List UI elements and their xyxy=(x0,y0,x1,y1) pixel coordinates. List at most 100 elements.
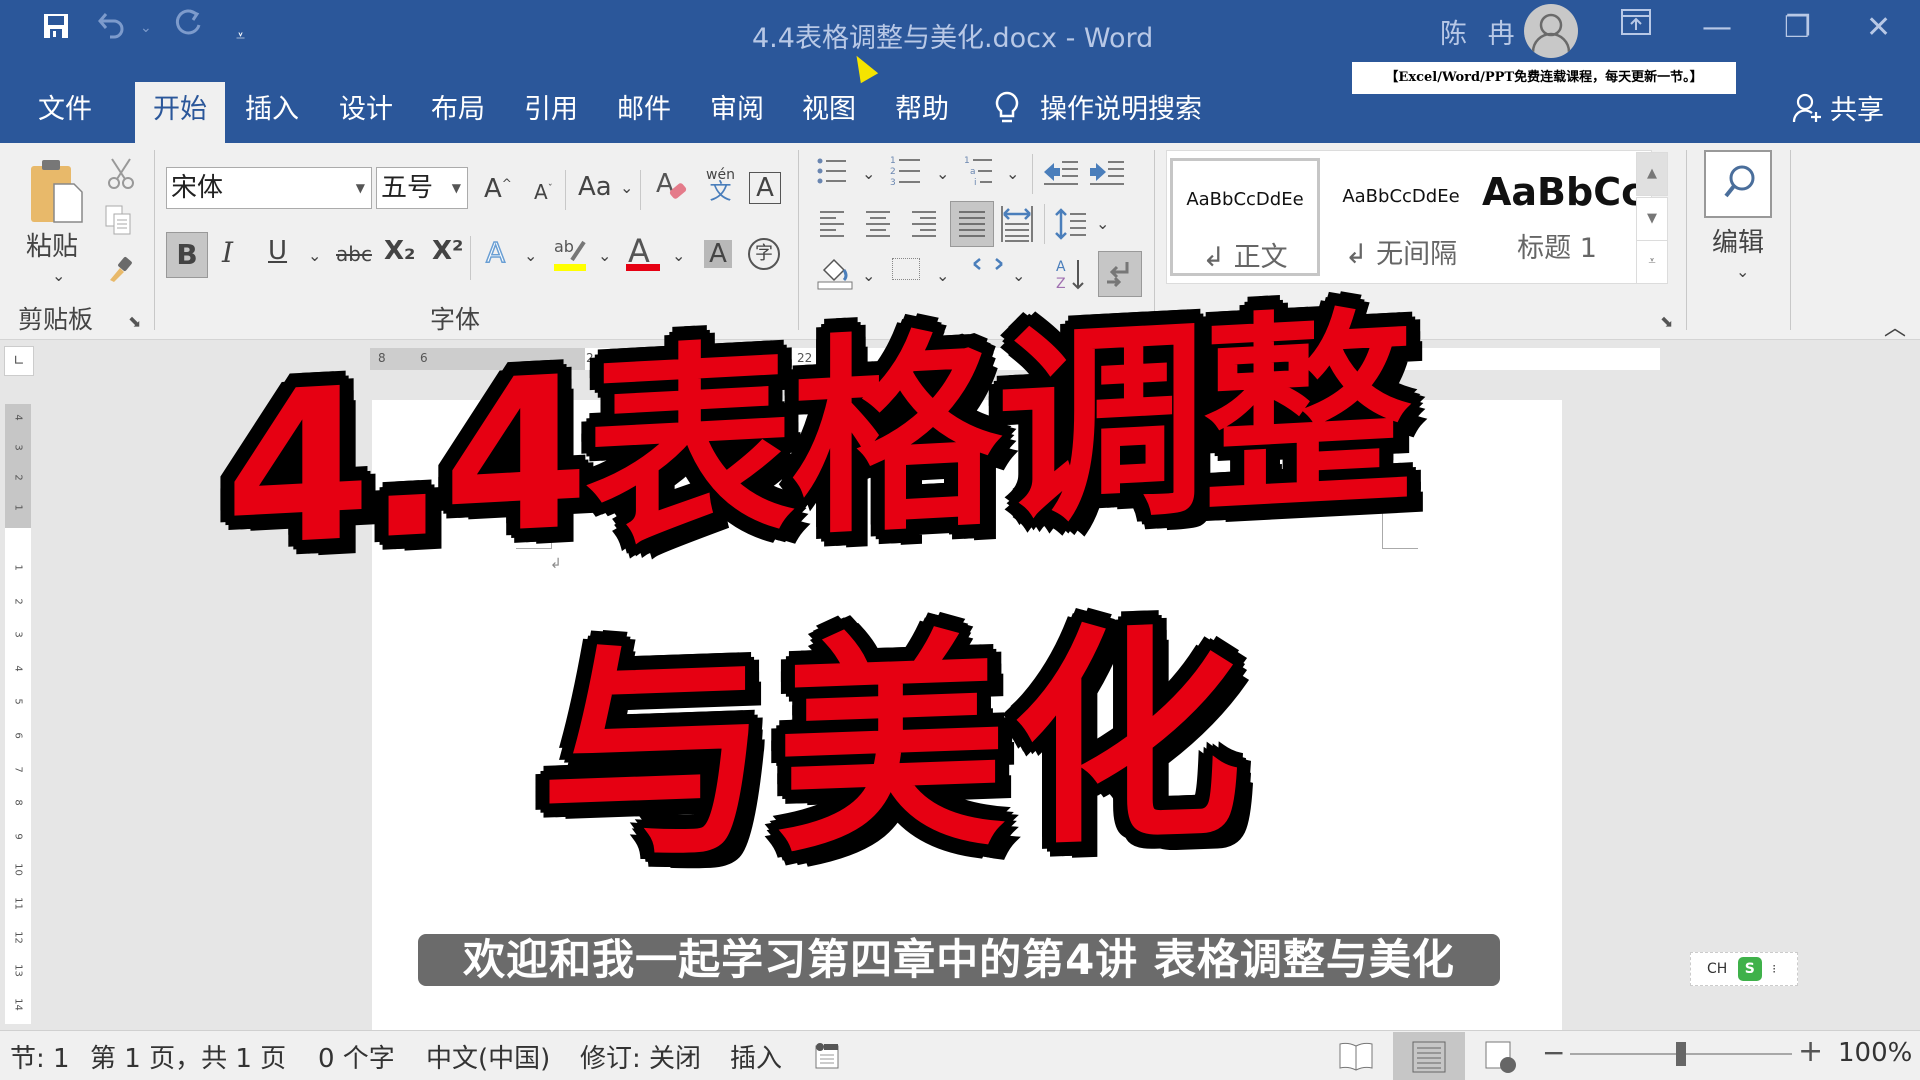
editing-label[interactable]: 编辑 xyxy=(1712,222,1764,259)
multilevel-list-icon[interactable]: 1ai xyxy=(964,154,998,192)
read-mode-icon[interactable] xyxy=(1338,1040,1374,1076)
macro-recording-icon[interactable] xyxy=(814,1042,840,1074)
user-name[interactable]: 陈 冉 xyxy=(1440,12,1521,51)
minimize-icon[interactable]: — xyxy=(1702,10,1732,45)
superscript-button[interactable]: X² xyxy=(432,236,463,266)
undo-dropdown-icon[interactable]: ⌄ xyxy=(140,20,152,36)
collapse-ribbon-icon[interactable]: ︿ xyxy=(1884,310,1906,342)
tab-help[interactable]: 帮助 xyxy=(886,82,958,143)
font-name-dropdown-icon[interactable]: ▼ xyxy=(356,168,365,208)
zoom-in-button[interactable]: + xyxy=(1798,1034,1823,1069)
tab-mailings[interactable]: 邮件 xyxy=(608,82,680,143)
italic-button[interactable]: I xyxy=(222,236,233,269)
change-case-button[interactable]: Aa xyxy=(578,172,612,202)
line-spacing-dropdown-icon[interactable]: ⌄ xyxy=(1096,214,1109,233)
status-section[interactable]: 节: 1 xyxy=(10,1038,70,1075)
avatar[interactable] xyxy=(1524,4,1578,58)
bullets-dropdown-icon[interactable]: ⌄ xyxy=(862,164,875,183)
ime-indicator[interactable]: CH S ⁝ xyxy=(1690,952,1798,986)
styles-more-icon[interactable]: ⩡ xyxy=(1636,240,1668,284)
increase-indent-icon[interactable] xyxy=(1088,158,1126,190)
character-border-button[interactable]: A xyxy=(749,172,781,204)
print-layout-button[interactable] xyxy=(1393,1032,1465,1080)
align-right-icon[interactable] xyxy=(910,208,938,242)
decrease-indent-icon[interactable] xyxy=(1042,158,1080,190)
status-word-count[interactable]: 0 个字 xyxy=(318,1038,395,1075)
copy-icon[interactable] xyxy=(104,204,134,242)
group-separator xyxy=(154,150,155,330)
customize-qat-icon[interactable]: ⩡ xyxy=(236,26,245,46)
font-color-button[interactable]: A xyxy=(624,232,664,278)
close-icon[interactable]: ✕ xyxy=(1866,10,1891,45)
tab-selector-icon[interactable]: ∟ xyxy=(4,346,34,376)
zoom-slider-thumb[interactable] xyxy=(1676,1042,1686,1066)
align-center-icon[interactable] xyxy=(864,208,892,242)
undo-icon[interactable] xyxy=(96,8,130,50)
tab-layout[interactable]: 布局 xyxy=(422,82,494,143)
format-painter-icon[interactable] xyxy=(106,256,134,288)
numbering-dropdown-icon[interactable]: ⌄ xyxy=(936,164,949,183)
tab-design[interactable]: 设计 xyxy=(330,82,402,143)
web-layout-icon[interactable] xyxy=(1484,1040,1520,1078)
distributed-icon[interactable] xyxy=(1000,204,1034,248)
svg-text:ab: ab xyxy=(554,237,574,256)
character-shading-button[interactable]: A xyxy=(704,240,732,268)
align-left-icon[interactable] xyxy=(818,208,846,242)
highlight-dropdown-icon[interactable]: ⌄ xyxy=(598,246,611,265)
tab-references[interactable]: 引用 xyxy=(515,82,587,143)
tab-view[interactable]: 视图 xyxy=(793,82,865,143)
underline-dropdown-icon[interactable]: ⌄ xyxy=(308,246,321,265)
ribbon-display-options-icon[interactable] xyxy=(1620,8,1652,44)
change-case-dropdown-icon[interactable]: ⌄ xyxy=(620,178,633,197)
paste-button[interactable]: 粘贴 xyxy=(26,226,78,263)
styles-dialog-launcher-icon[interactable]: ⬊ xyxy=(1660,312,1673,331)
justify-button[interactable] xyxy=(950,201,994,247)
tab-file[interactable]: 文件 xyxy=(22,82,108,143)
status-insert-mode[interactable]: 插入 xyxy=(730,1038,782,1075)
tab-insert[interactable]: 插入 xyxy=(236,82,308,143)
enclose-characters-button[interactable]: 字 xyxy=(748,238,780,270)
styles-scroll-down-icon[interactable]: ▼ xyxy=(1636,197,1668,241)
clear-formatting-icon[interactable]: A xyxy=(656,168,690,208)
bullets-icon[interactable] xyxy=(816,156,850,190)
find-button[interactable] xyxy=(1704,150,1772,218)
tab-review[interactable]: 审阅 xyxy=(701,82,773,143)
text-effects-button[interactable]: A xyxy=(485,235,506,270)
status-language[interactable]: 中文(中国) xyxy=(426,1038,550,1075)
paste-icon[interactable] xyxy=(28,158,90,228)
status-page[interactable]: 第 1 页，共 1 页 xyxy=(90,1038,286,1075)
bold-button[interactable]: B xyxy=(166,232,208,278)
font-color-dropdown-icon[interactable]: ⌄ xyxy=(672,246,685,265)
underline-button[interactable]: U xyxy=(268,236,287,266)
cut-icon[interactable] xyxy=(106,156,136,194)
phonetic-guide-button[interactable]: wén 文 xyxy=(706,168,735,204)
line-spacing-icon[interactable] xyxy=(1054,206,1088,246)
ime-menu-icon[interactable]: ⁝ xyxy=(1772,962,1776,976)
font-name-combobox[interactable]: 宋体 ▼ xyxy=(166,167,372,209)
tab-home[interactable]: 开始 xyxy=(135,82,225,143)
text-effects-dropdown-icon[interactable]: ⌄ xyxy=(524,246,537,265)
grow-font-button[interactable]: A^ xyxy=(484,174,512,204)
shrink-font-button[interactable]: Aˇ xyxy=(534,180,553,204)
numbering-icon[interactable]: 123 xyxy=(890,154,924,192)
zoom-level[interactable]: 100% xyxy=(1838,1038,1912,1068)
multilevel-list-dropdown-icon[interactable]: ⌄ xyxy=(1006,164,1019,183)
status-track-changes[interactable]: 修订: 关闭 xyxy=(580,1038,701,1075)
svg-text:i: i xyxy=(974,178,977,188)
share-button[interactable]: 共享 xyxy=(1830,88,1884,127)
redo-icon[interactable] xyxy=(172,8,206,46)
font-size-dropdown-icon[interactable]: ▼ xyxy=(452,168,461,208)
highlight-button[interactable]: ab xyxy=(552,234,592,278)
save-icon[interactable] xyxy=(42,12,70,48)
strikethrough-button[interactable]: abc xyxy=(336,242,372,266)
subscript-button[interactable]: X₂ xyxy=(384,236,415,266)
zoom-out-button[interactable]: − xyxy=(1542,1036,1565,1069)
tell-me-search[interactable]: 操作说明搜索 xyxy=(1040,82,1220,143)
style-heading-1[interactable]: AaBbCc 标题 1 xyxy=(1482,158,1644,276)
paste-dropdown-icon[interactable]: ⌄ xyxy=(52,266,65,285)
restore-icon[interactable]: ❐ xyxy=(1784,10,1811,45)
editing-dropdown-icon[interactable]: ⌄ xyxy=(1736,262,1749,281)
font-size-combobox[interactable]: 五号 ▼ xyxy=(376,167,468,209)
clipboard-dialog-launcher-icon[interactable]: ⬊ xyxy=(128,312,141,331)
styles-scroll-up-icon[interactable]: ▲ xyxy=(1636,152,1668,196)
